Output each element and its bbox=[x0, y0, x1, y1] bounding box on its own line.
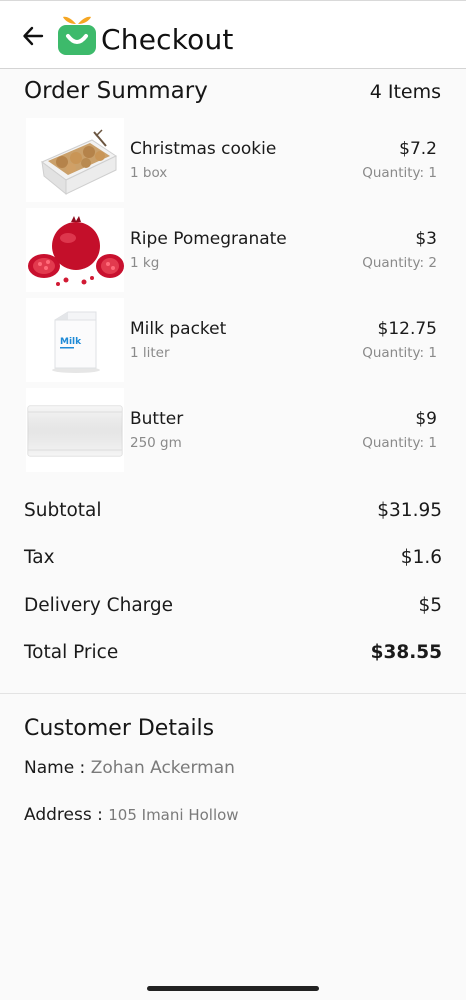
item-name: Milk packet bbox=[130, 319, 227, 339]
pomegranate-image bbox=[26, 208, 124, 292]
item-unit: 1 kg bbox=[130, 255, 160, 271]
item-quantity: Quantity: 1 bbox=[362, 165, 437, 181]
milk-packet-image: Milk bbox=[26, 298, 124, 382]
delivery-charge-value: $5 bbox=[418, 595, 442, 616]
address-label: Address : bbox=[24, 805, 109, 825]
item-name: Ripe Pomegranate bbox=[130, 229, 287, 249]
order-item-milk-packet[interactable]: Milk Milk packet 1 liter $12.75 Quantity… bbox=[0, 298, 466, 384]
subtotal-row: Subtotal $31.95 bbox=[24, 500, 442, 530]
total-price-label: Total Price bbox=[24, 642, 119, 663]
cookie-box-image bbox=[26, 118, 124, 202]
customer-address-row: Address : 105 Imani Hollow bbox=[24, 805, 239, 825]
customer-address-value: 105 Imani Hollow bbox=[108, 806, 239, 824]
delivery-charge-row: Delivery Charge $5 bbox=[24, 595, 442, 625]
item-quantity: Quantity: 2 bbox=[362, 255, 437, 271]
item-price: $9 bbox=[415, 409, 437, 429]
item-unit: 1 box bbox=[130, 165, 168, 181]
subtotal-label: Subtotal bbox=[24, 500, 102, 521]
item-price: $7.2 bbox=[399, 139, 437, 159]
item-quantity: Quantity: 1 bbox=[362, 435, 437, 451]
customer-name-value: Zohan Ackerman bbox=[90, 758, 235, 778]
tax-value: $1.6 bbox=[400, 547, 442, 568]
order-item-ripe-pomegranate[interactable]: Ripe Pomegranate 1 kg $3 Quantity: 2 bbox=[0, 208, 466, 294]
back-button[interactable] bbox=[18, 21, 48, 51]
tax-label: Tax bbox=[24, 547, 55, 568]
tax-row: Tax $1.6 bbox=[24, 547, 442, 577]
milk-label-text: Milk bbox=[60, 337, 82, 347]
item-name: Christmas cookie bbox=[130, 139, 277, 159]
order-item-butter[interactable]: Butter 250 gm $9 Quantity: 1 bbox=[0, 388, 466, 474]
customer-name-row: Name : Zohan Ackerman bbox=[24, 758, 235, 778]
shopping-basket-logo bbox=[58, 16, 96, 55]
order-item-christmas-cookie[interactable]: Christmas cookie 1 box $7.2 Quantity: 1 bbox=[0, 118, 466, 204]
home-indicator[interactable] bbox=[147, 986, 319, 991]
page-title: Checkout bbox=[101, 23, 234, 56]
item-unit: 250 gm bbox=[130, 435, 182, 451]
subtotal-value: $31.95 bbox=[377, 500, 442, 521]
items-count: 4 Items bbox=[369, 81, 441, 103]
total-price-row: Total Price $38.55 bbox=[24, 642, 442, 672]
arrow-left-icon bbox=[23, 26, 44, 46]
item-name: Butter bbox=[130, 409, 184, 429]
customer-details-heading: Customer Details bbox=[24, 716, 215, 741]
name-label: Name : bbox=[24, 758, 91, 778]
total-price-value: $38.55 bbox=[370, 642, 442, 663]
section-divider bbox=[0, 693, 466, 694]
butter-pack-image bbox=[26, 388, 124, 472]
item-unit: 1 liter bbox=[130, 345, 170, 361]
order-summary-heading: Order Summary bbox=[24, 78, 208, 104]
item-price: $12.75 bbox=[377, 319, 437, 339]
item-quantity: Quantity: 1 bbox=[362, 345, 437, 361]
app-header: Checkout bbox=[0, 0, 466, 69]
item-price: $3 bbox=[415, 229, 437, 249]
delivery-charge-label: Delivery Charge bbox=[24, 595, 174, 616]
